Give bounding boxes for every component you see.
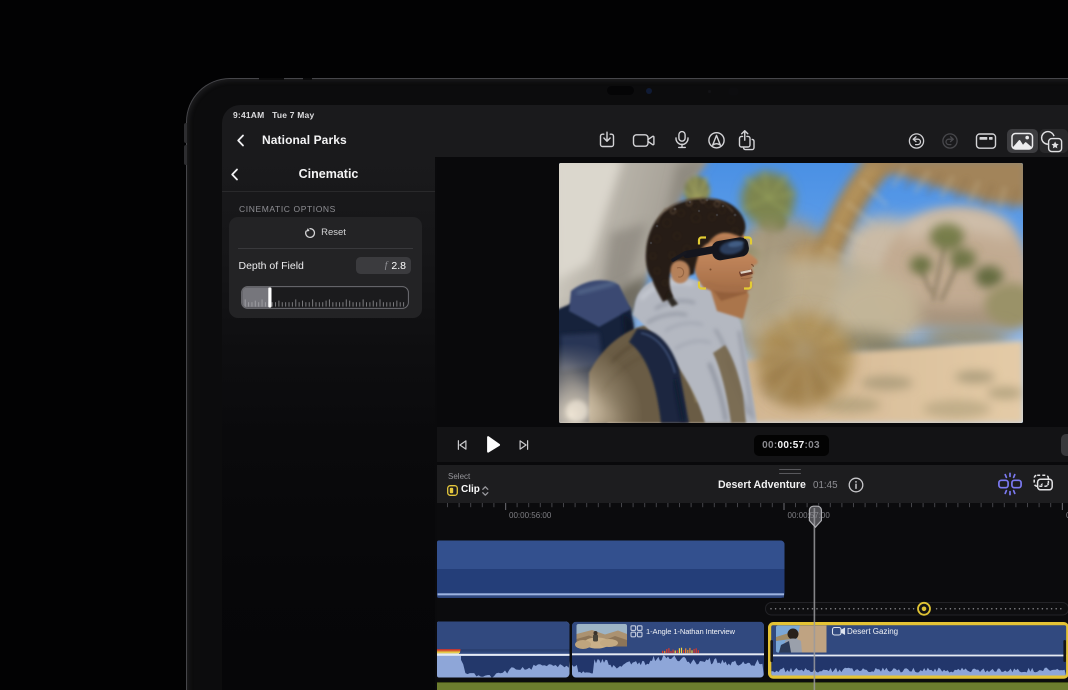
svg-text:1-Angle 1-Nathan Interview: 1-Angle 1-Nathan Interview	[646, 627, 736, 636]
svg-text:Desert Gazing: Desert Gazing	[847, 627, 898, 636]
svg-text:00:00:56:00: 00:00:56:00	[509, 511, 552, 520]
